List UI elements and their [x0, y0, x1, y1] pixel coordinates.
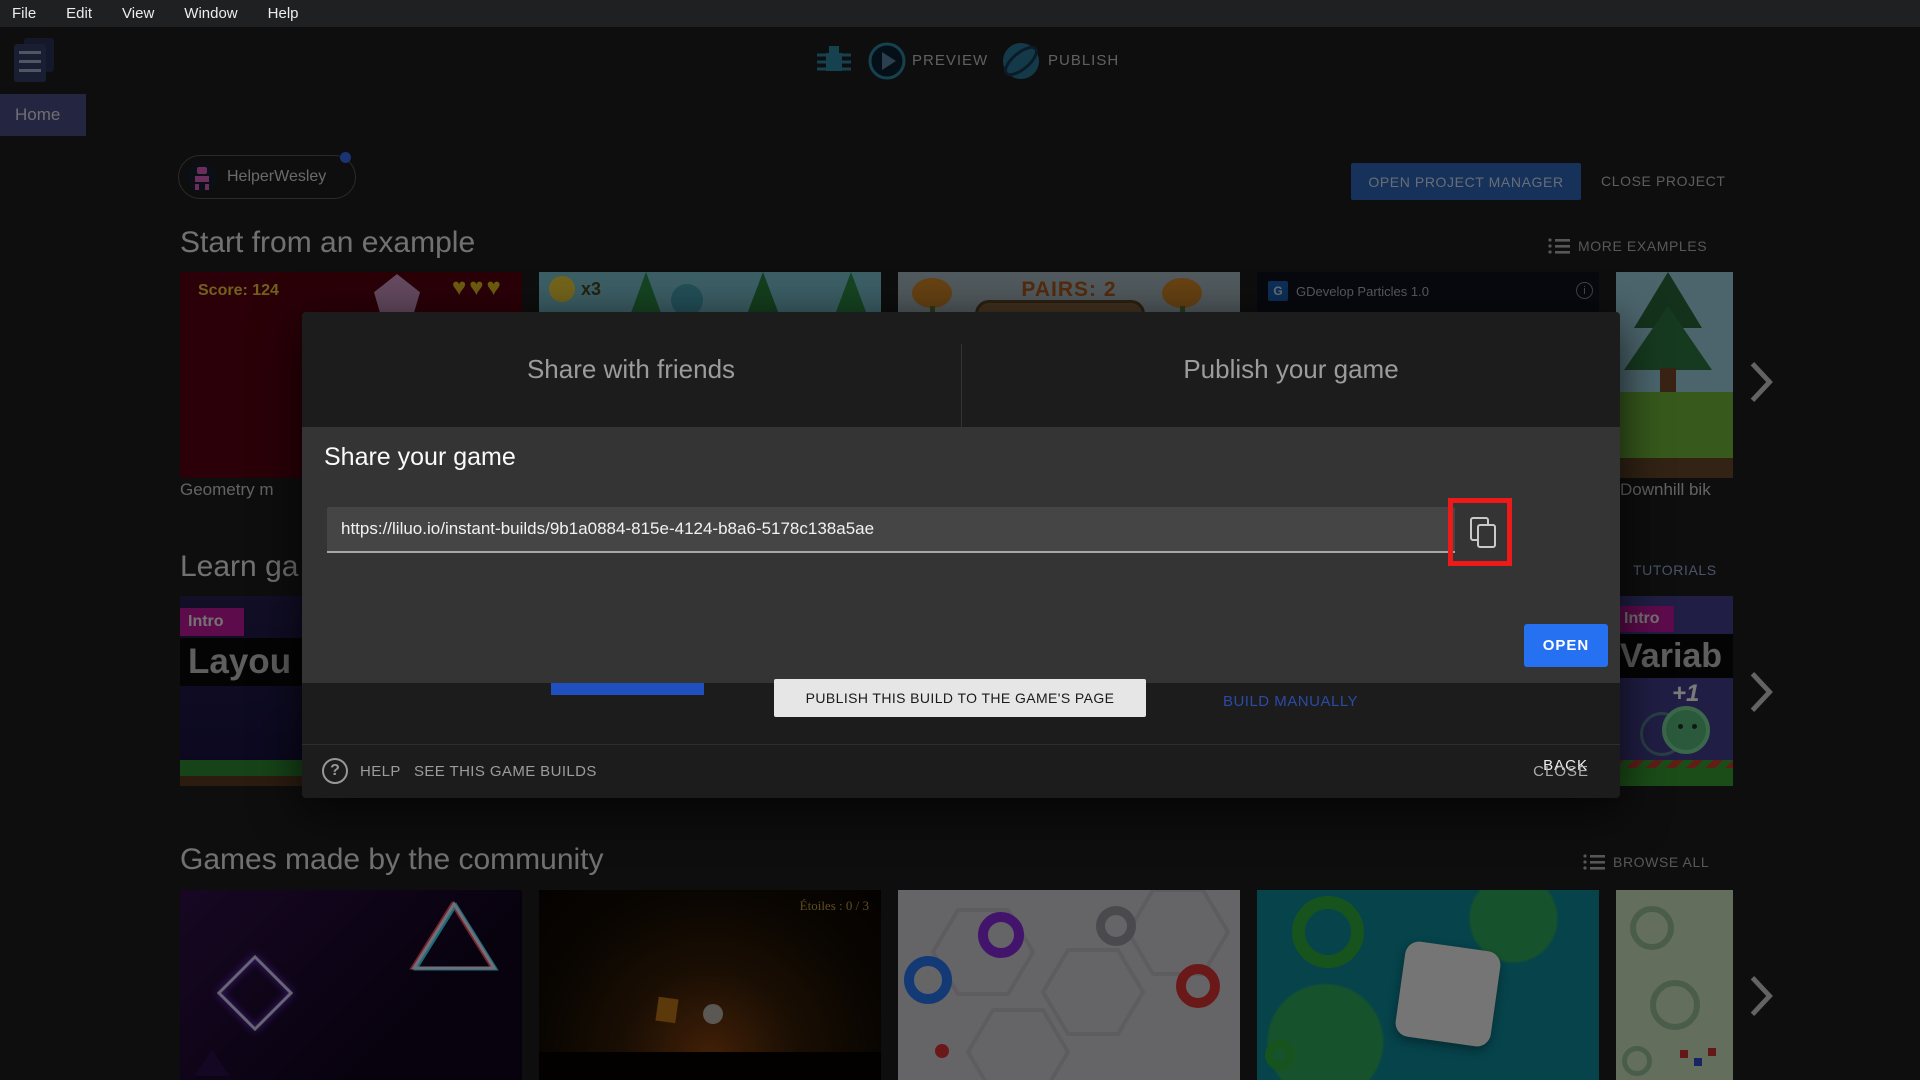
menu-help[interactable]: Help [268, 5, 299, 22]
menu-edit[interactable]: Edit [66, 5, 92, 22]
menu-window[interactable]: Window [184, 5, 237, 22]
menu-bar: File Edit View Window Help [0, 0, 1920, 27]
tab-share-with-friends[interactable]: Share with friends [302, 312, 960, 427]
menu-view[interactable]: View [122, 5, 154, 22]
panel-title: Share your game [324, 443, 516, 471]
close-dialog-button[interactable]: CLOSE [1533, 763, 1589, 780]
tab-share-label: Share with friends [526, 354, 736, 384]
hidden-generate-button-edge [551, 683, 704, 695]
tab-publish-your-game[interactable]: Publish your game [962, 312, 1620, 427]
tab-divider [961, 344, 962, 427]
menu-file[interactable]: File [12, 5, 36, 22]
build-url-input[interactable] [327, 507, 1455, 553]
dialog-divider [302, 744, 1620, 745]
help-icon[interactable]: ? [322, 758, 348, 784]
share-your-game-panel: Share your game OPEN PUBLISH THIS BUILD … [302, 427, 1620, 774]
build-manually-link[interactable]: BUILD MANUALLY [961, 693, 1620, 710]
open-url-button[interactable]: OPEN [1524, 624, 1608, 667]
annotation-highlight-box [1448, 498, 1512, 566]
tab-publish-label: Publish your game [1183, 354, 1399, 384]
question-glyph: ? [330, 762, 340, 779]
see-game-builds-button[interactable]: SEE THIS GAME BUILDS [414, 763, 597, 780]
share-dialog: Share with friends Publish your game Sha… [302, 312, 1620, 798]
help-button[interactable]: HELP [360, 763, 401, 780]
